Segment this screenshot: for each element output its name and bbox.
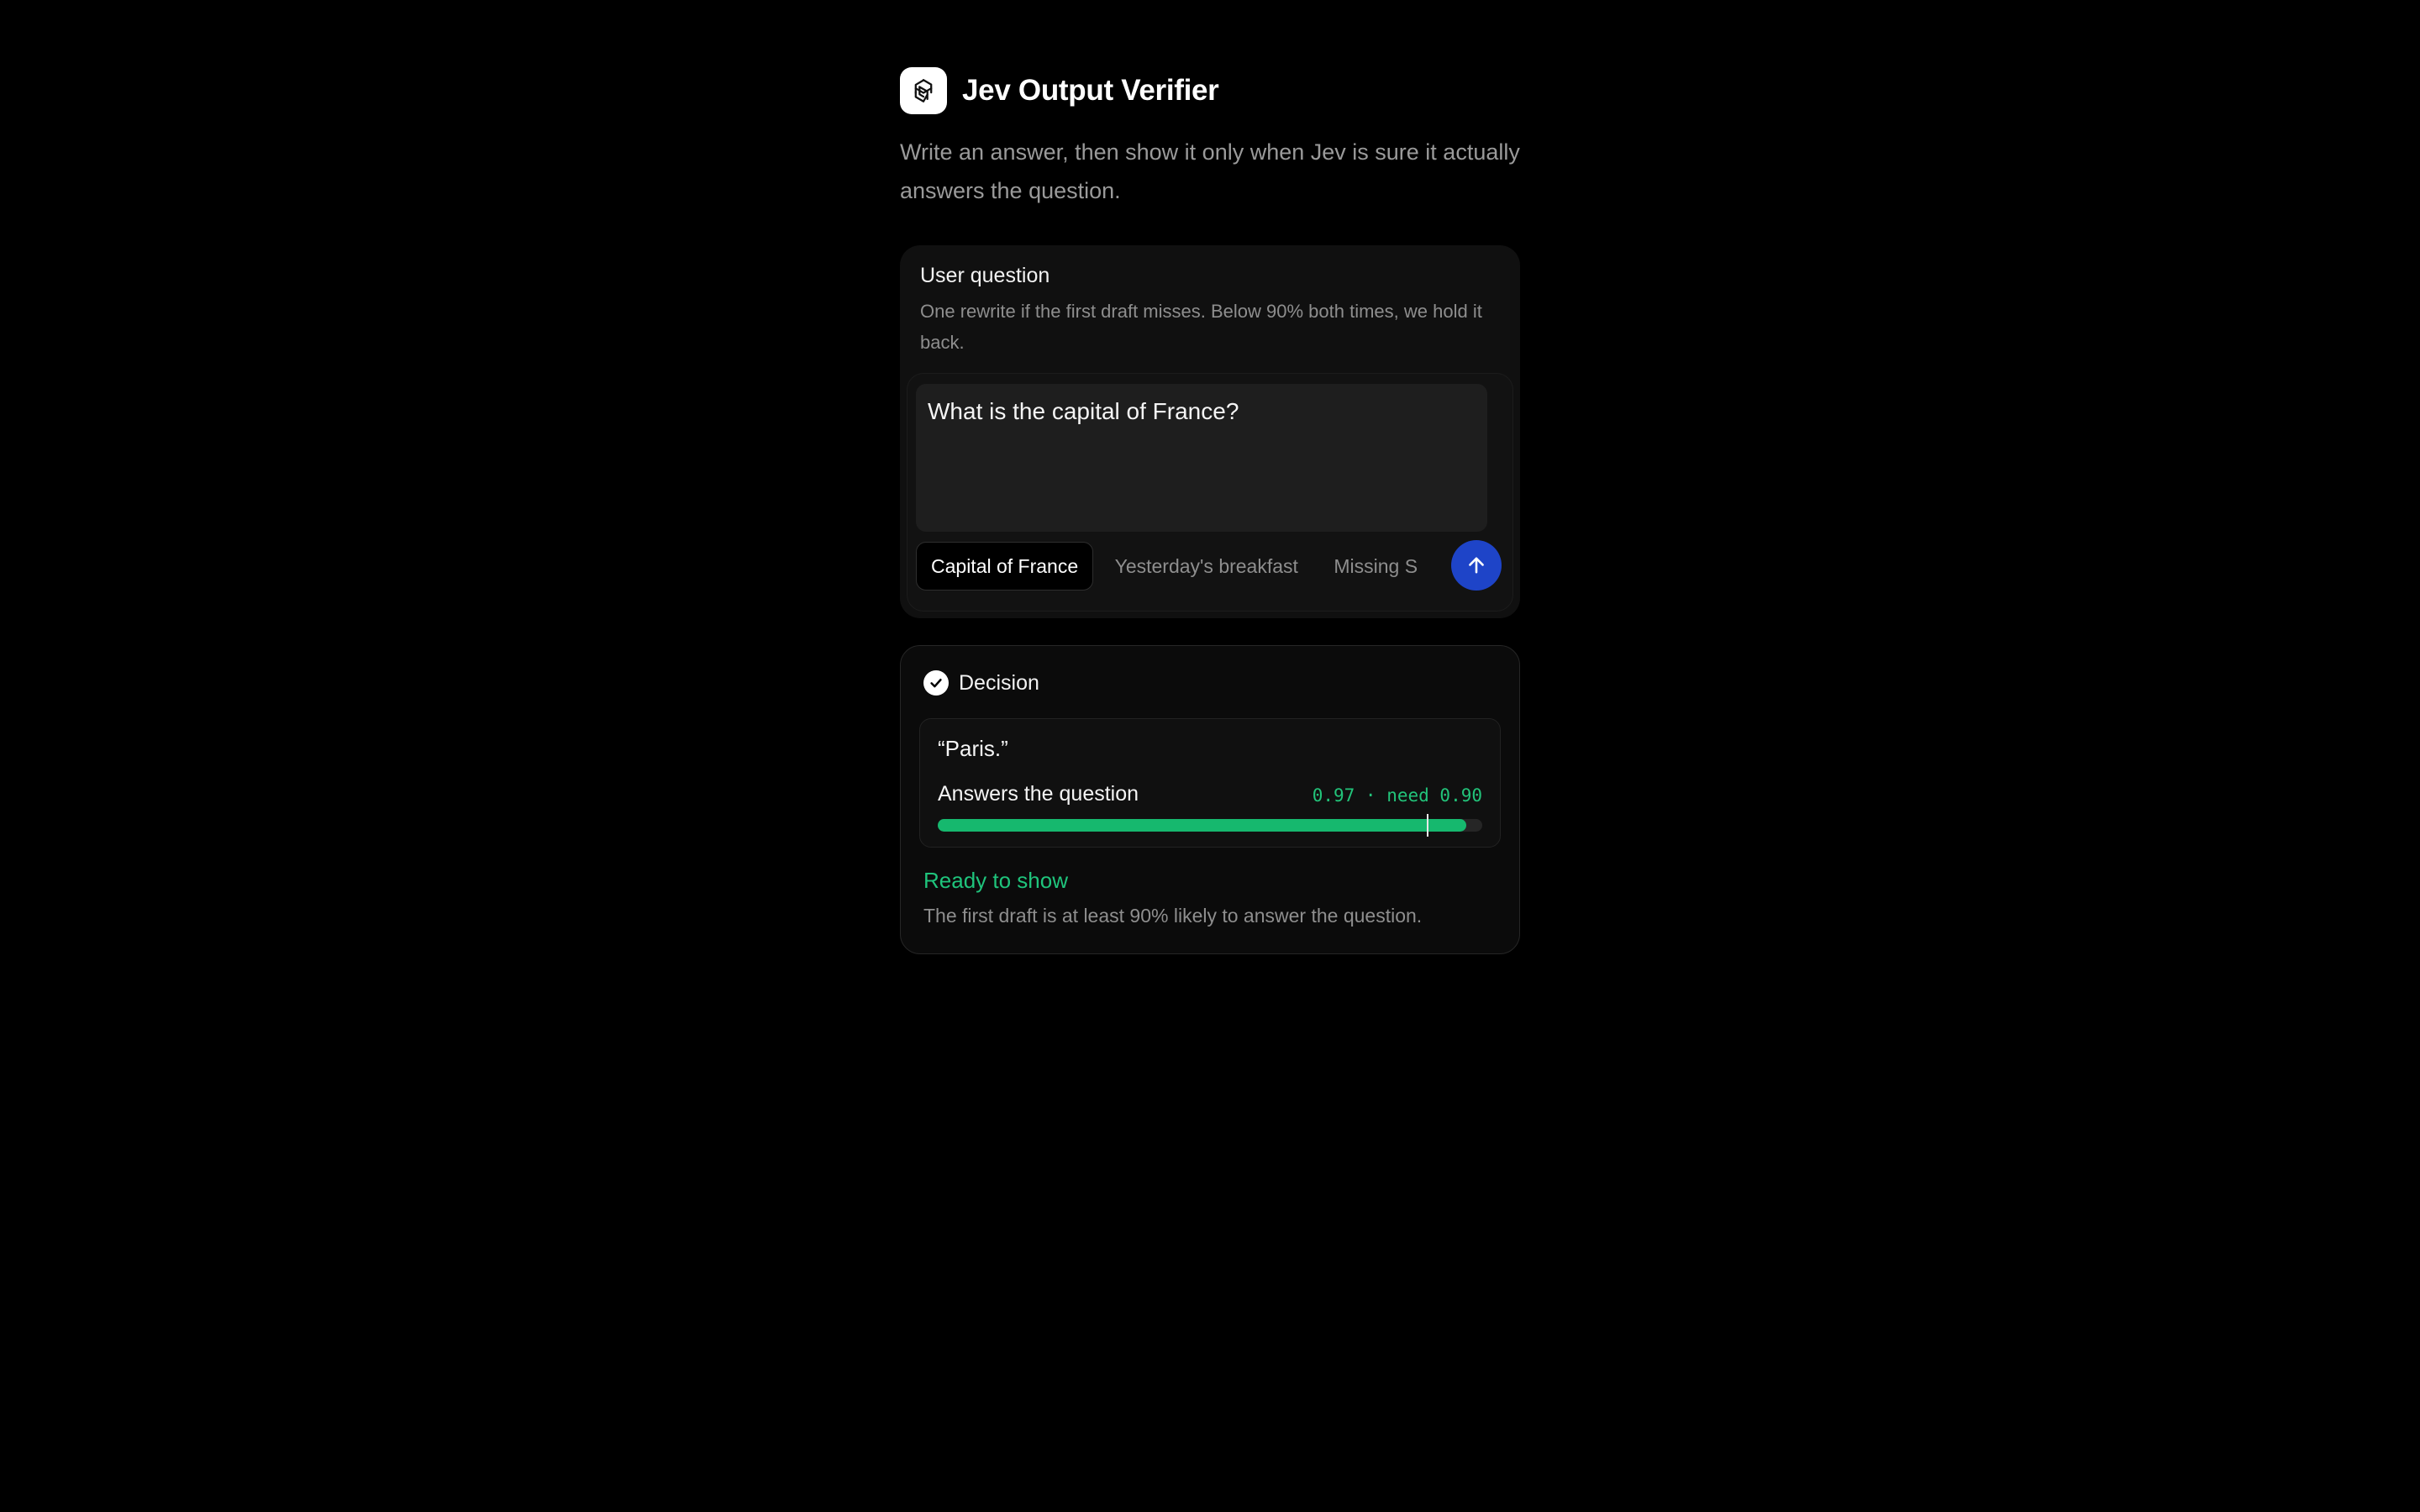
decision-header: Decision <box>923 669 1039 696</box>
preset-chip-yesterdays-breakfast[interactable]: Yesterday's breakfast <box>1101 542 1313 591</box>
question-description: One rewrite if the first draft misses. B… <box>920 301 1482 353</box>
score-bar-track <box>938 814 1482 837</box>
preset-chips: Capital of France Yesterday's breakfast … <box>916 542 1420 592</box>
score-bar-fill <box>938 819 1466 832</box>
answer-text: “Paris.” <box>938 736 1008 761</box>
answer-box: “Paris.” Answers the question 0.97 · nee… <box>919 718 1501 848</box>
status-description: The first draft is at least 90% likely t… <box>923 905 1423 927</box>
question-input[interactable]: What is the capital of France? <box>916 384 1487 532</box>
knot-logo-icon <box>914 79 933 102</box>
preset-chip-missing[interactable]: Missing S <box>1319 542 1420 591</box>
app-container: Jev Output Verifier Write an answer, the… <box>900 67 1520 954</box>
question-title: User question <box>920 264 1050 287</box>
metric-label: Answers the question <box>938 782 1139 806</box>
header: Jev Output Verifier <box>900 67 1520 114</box>
threshold-marker <box>1427 814 1429 837</box>
status-title: Ready to show <box>923 868 1068 893</box>
send-button[interactable] <box>1451 540 1502 591</box>
question-composer: What is the capital of France? Capital o… <box>907 373 1513 612</box>
app-title: Jev Output Verifier <box>962 74 1219 107</box>
metric-value: 0.97 · need 0.90 <box>1312 785 1482 806</box>
check-circle-icon <box>923 670 949 696</box>
preset-chip-capital-of-france[interactable]: Capital of France <box>916 542 1094 591</box>
arrow-up-icon <box>1469 557 1484 574</box>
decision-card: Decision “Paris.” Answers the question 0… <box>900 645 1520 954</box>
decision-title: Decision <box>959 670 1039 695</box>
question-card: User question One rewrite if the first d… <box>900 245 1520 618</box>
app-logo <box>900 67 947 114</box>
app-subtitle: Write an answer, then show it only when … <box>900 139 1520 203</box>
